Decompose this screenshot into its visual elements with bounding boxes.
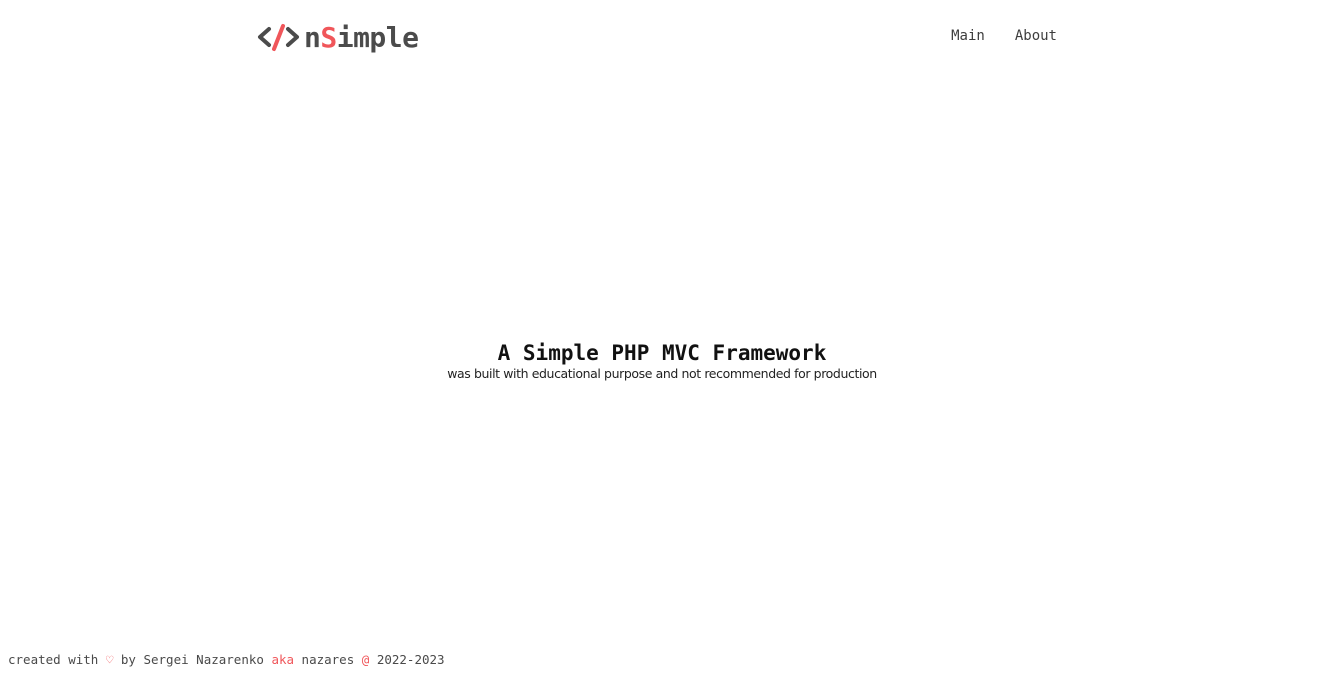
nav-link-about[interactable]: About: [1015, 28, 1057, 44]
footer-at-sign: @: [361, 652, 370, 667]
footer-years: 2022-2023: [376, 652, 445, 667]
logo-text-n: n: [304, 20, 321, 54]
nav-link-main[interactable]: Main: [951, 28, 985, 44]
logo-text-imple: imple: [336, 20, 419, 54]
site-footer: created with ♡ by Sergei Nazarenko aka n…: [8, 652, 445, 667]
main-nav: Main About: [951, 28, 1057, 44]
hero-subtitle: was built with educational purpose and n…: [447, 366, 877, 381]
code-slash-icon: [257, 22, 301, 52]
site-header: n Simple Main About: [0, 0, 1324, 76]
logo-text-s: S: [320, 20, 337, 54]
heart-icon: ♡: [105, 652, 114, 667]
footer-created-with: created with: [8, 652, 99, 667]
footer-nickname: nazares: [301, 652, 355, 667]
footer-author: by Sergei Nazarenko: [120, 652, 264, 667]
logo-link[interactable]: n Simple: [257, 19, 419, 55]
footer-aka: aka: [271, 652, 295, 667]
hero-title: A Simple PHP MVC Framework: [497, 341, 827, 365]
hero-section: A Simple PHP MVC Framework was built wit…: [0, 340, 1324, 382]
